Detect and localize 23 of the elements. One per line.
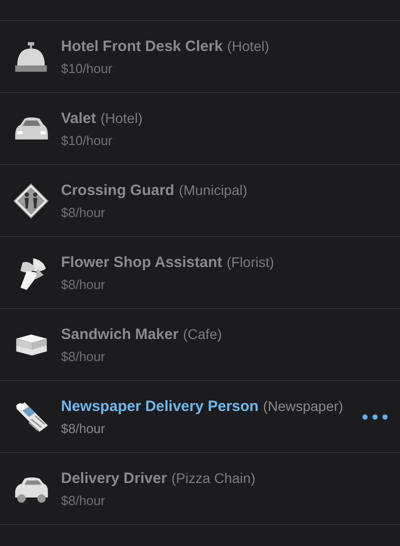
job-title: Newspaper Delivery Person bbox=[61, 398, 259, 414]
hourly-wage: $8/hour bbox=[61, 348, 106, 364]
employer-name: (Hotel) bbox=[227, 38, 270, 54]
job-title: Flower Shop Assistant bbox=[61, 254, 222, 270]
job-title: Hotel Front Desk Clerk bbox=[61, 38, 223, 54]
employer-name: (Pizza Chain) bbox=[171, 470, 256, 486]
employer-name: (Hotel) bbox=[100, 110, 142, 126]
warning-sign-icon bbox=[12, 182, 50, 220]
employer-name: (Newspaper) bbox=[263, 398, 344, 414]
employer-name: (Municipal) bbox=[178, 182, 248, 198]
job-title: Sandwich Maker bbox=[61, 326, 179, 342]
employer-name: (Florist) bbox=[226, 254, 274, 270]
job-title: Delivery Driver bbox=[61, 470, 167, 486]
hourly-wage: $10/hour bbox=[61, 132, 114, 148]
hourly-wage: $8/hour bbox=[61, 276, 106, 292]
hourly-wage: $10/hour bbox=[61, 60, 114, 76]
hourly-wage: $8/hour bbox=[61, 420, 106, 436]
employer-name: (Cafe) bbox=[183, 326, 222, 342]
job-title: Valet bbox=[61, 110, 96, 126]
job-title: Crossing Guard bbox=[61, 182, 174, 198]
hourly-wage: $8/hour bbox=[61, 492, 106, 508]
more-icon[interactable] bbox=[362, 414, 388, 420]
hourly-wage: $8/hour bbox=[61, 204, 106, 220]
